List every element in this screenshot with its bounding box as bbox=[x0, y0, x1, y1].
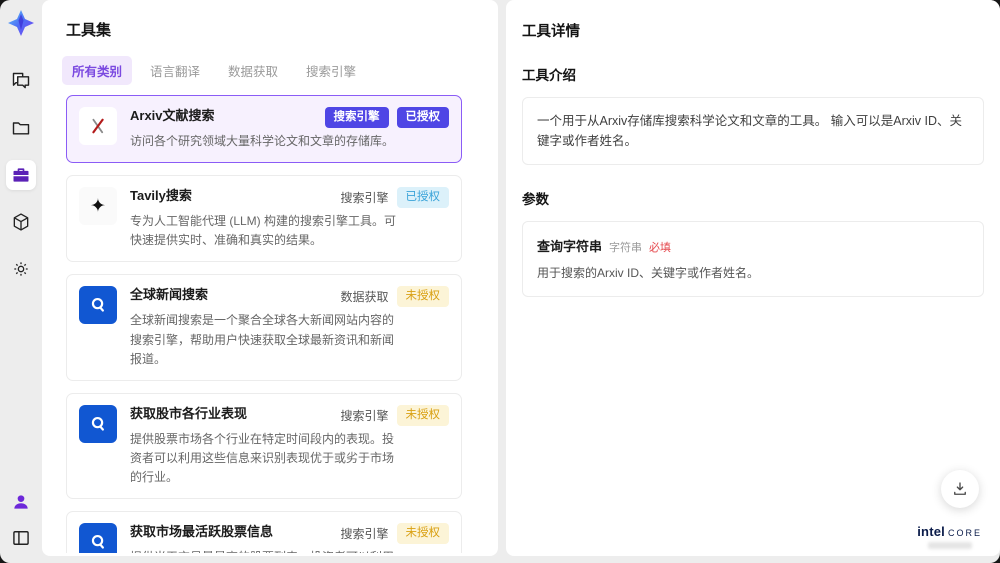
tab-all-categories[interactable]: 所有类别 bbox=[62, 56, 133, 85]
user-icon bbox=[14, 495, 28, 509]
params-heading: 参数 bbox=[522, 192, 549, 207]
blue-search-logo-icon bbox=[79, 523, 117, 553]
tool-list: Arxiv文献搜索 搜索引擎 已授权 访问各个研究领域大量科学论文和文章的存储库… bbox=[66, 95, 476, 553]
sidebar-item-profile[interactable] bbox=[6, 487, 36, 517]
status-badge-unauthorized: 未授权 bbox=[396, 523, 449, 545]
tool-description: 提供股票市场各个行业在特定时间段内的表现。投资者可以利用这些信息来识别表现优于或… bbox=[130, 431, 395, 485]
tool-card-arxiv[interactable]: Arxiv文献搜索 搜索引擎 已授权 访问各个研究领域大量科学论文和文章的存储库… bbox=[66, 95, 462, 164]
tool-intro-text: 一个用于从Arxiv存储库搜索科学论文和文章的工具。 输入可以是Arxiv ID… bbox=[522, 97, 984, 165]
app-window: 工具集 所有类别 语言翻译 数据获取 搜索引擎 Arxiv文献搜索 搜索引擎 已… bbox=[0, 0, 1000, 563]
tool-card-sector-performance[interactable]: 获取股市各行业表现 搜索引擎 未授权 提供股票市场各个行业在特定时间段内的表现。… bbox=[66, 392, 462, 500]
tab-language-translation[interactable]: 语言翻译 bbox=[140, 56, 210, 85]
param-required-flag: 必填 bbox=[649, 242, 672, 254]
status-badge-authorized: 已授权 bbox=[396, 107, 449, 128]
folder-icon bbox=[12, 122, 30, 135]
download-button[interactable] bbox=[941, 470, 979, 508]
sidebar-item-chat[interactable] bbox=[6, 66, 36, 96]
category-tabs: 所有类别 语言翻译 数据获取 搜索引擎 bbox=[62, 56, 498, 85]
tool-description: 专为人工智能代理 (LLM) 构建的搜索引擎工具。可快速提供实时、准确和真实的结… bbox=[130, 214, 397, 248]
tool-card-most-active-stocks[interactable]: 获取市场最活跃股票信息 搜索引擎 未授权 提供当天交易量最高的股票列表。投资者可… bbox=[66, 511, 462, 553]
category-label: 搜索引擎 bbox=[340, 408, 389, 423]
blue-search-logo-icon bbox=[79, 404, 117, 443]
sidebar-item-collapse-panel[interactable] bbox=[6, 523, 36, 553]
tool-name: 获取市场最活跃股票信息 bbox=[130, 524, 274, 540]
core-wordmark: core bbox=[947, 523, 982, 539]
tool-card-global-news[interactable]: 全球新闻搜索 数据获取 未授权 全球新闻搜索是一个聚合全球各大新闻网站内容的搜索… bbox=[66, 274, 462, 381]
page-title: 工具集 bbox=[66, 22, 112, 39]
category-label: 搜索引擎 bbox=[340, 191, 389, 206]
panel-layout-icon bbox=[13, 531, 29, 545]
status-badge-unauthorized: 未授权 bbox=[396, 404, 449, 426]
tool-description: 访问各个研究领域大量科学论文和文章的存储库。 bbox=[130, 133, 395, 148]
icon-rail bbox=[0, 0, 42, 563]
sidebar-item-files[interactable] bbox=[6, 113, 36, 143]
intro-heading: 工具介绍 bbox=[522, 68, 576, 83]
arxiv-logo-icon bbox=[79, 107, 117, 145]
tool-name: 全球新闻搜索 bbox=[130, 287, 209, 303]
tool-name: Arxiv文献搜索 bbox=[130, 108, 215, 123]
tool-list-panel: 工具集 所有类别 语言翻译 数据获取 搜索引擎 Arxiv文献搜索 搜索引擎 已… bbox=[42, 0, 498, 556]
category-label: 搜索引擎 bbox=[340, 527, 389, 542]
chat-icon bbox=[12, 72, 30, 89]
parameter-card: 查询字符串 字符串 必填 用于搜索的Arxiv ID、关键字或作者姓名。 bbox=[522, 221, 984, 297]
param-name: 查询字符串 bbox=[537, 239, 603, 254]
sidebar-item-packages[interactable] bbox=[6, 207, 36, 237]
tool-detail-panel: 工具详情 工具介绍 一个用于从Arxiv存储库搜索科学论文和文章的工具。 输入可… bbox=[506, 0, 1000, 556]
cube-icon bbox=[13, 213, 29, 231]
param-type: 字符串 bbox=[609, 242, 643, 254]
sidebar-item-settings[interactable] bbox=[6, 254, 36, 284]
sidebar-item-toolbox[interactable] bbox=[6, 160, 36, 190]
param-description: 用于搜索的Arxiv ID、关键字或作者姓名。 bbox=[537, 266, 760, 280]
category-badge: 搜索引擎 bbox=[324, 107, 389, 128]
tool-name: 获取股市各行业表现 bbox=[130, 405, 248, 421]
tool-name: Tavily搜索 bbox=[130, 188, 192, 204]
tool-card-tavily[interactable]: ✦ Tavily搜索 搜索引擎 已授权 专为人工智能代理 (LLM) 构建的搜索… bbox=[66, 175, 462, 263]
app-logo-icon bbox=[6, 8, 36, 38]
tool-description: 全球新闻搜索是一个聚合全球各大新闻网站内容的搜索引擎，帮助用户快速获取全球最新资… bbox=[130, 313, 395, 366]
tavily-star-icon: ✦ bbox=[79, 187, 117, 226]
intel-core-logo: intel core bbox=[917, 523, 982, 549]
briefcase-icon bbox=[13, 168, 29, 182]
status-badge-unauthorized: 未授权 bbox=[396, 286, 449, 308]
detail-title: 工具详情 bbox=[522, 24, 580, 40]
tab-data-fetching[interactable]: 数据获取 bbox=[218, 56, 288, 85]
gear-icon bbox=[14, 262, 28, 276]
blue-search-logo-icon bbox=[79, 286, 117, 325]
intel-wordmark: intel bbox=[917, 523, 945, 539]
download-icon bbox=[954, 482, 966, 495]
intel-sub-text bbox=[927, 542, 972, 549]
tab-search-engine[interactable]: 搜索引擎 bbox=[296, 56, 366, 85]
category-label: 数据获取 bbox=[340, 290, 389, 305]
status-badge-authorized: 已授权 bbox=[396, 187, 449, 209]
tool-description: 提供当天交易量最高的股票列表。投资者可以利用这些信息来识别流动性强的股票和潜在的… bbox=[130, 548, 449, 553]
